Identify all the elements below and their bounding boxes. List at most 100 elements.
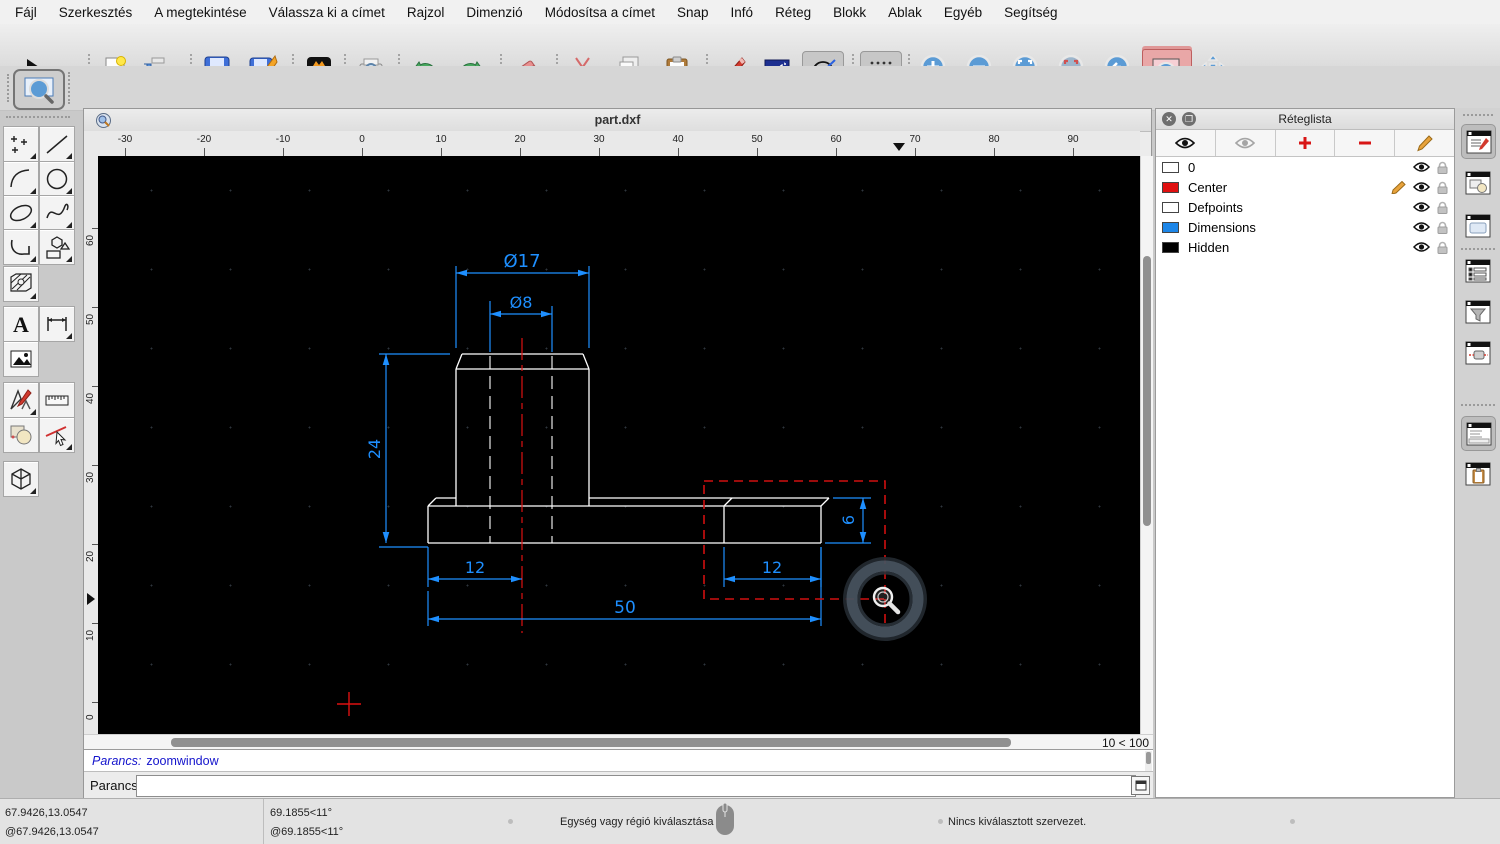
history-command-label: Parancs:: [92, 754, 142, 768]
layer-name: Defpoints: [1188, 199, 1243, 215]
command-input[interactable]: [136, 775, 1136, 797]
image-tool-button[interactable]: [3, 341, 39, 377]
menu-rajzol[interactable]: Rajzol: [396, 5, 456, 20]
layer-name: 0: [1188, 159, 1196, 175]
layer-lock-icon[interactable]: [1437, 161, 1448, 174]
layer-row-center[interactable]: Center: [1156, 177, 1454, 197]
menu-egy-b[interactable]: Egyéb: [933, 5, 993, 20]
history-scrollbar[interactable]: [1145, 751, 1152, 771]
command-prompt-label: Parancs:: [90, 778, 142, 793]
history-scrollbar-thumb[interactable]: [1146, 752, 1151, 764]
dim-24: 24: [365, 439, 384, 459]
plus-icon: [1298, 137, 1311, 149]
polygon-tool-button[interactable]: [39, 229, 75, 265]
spline-tool-button[interactable]: [39, 195, 75, 231]
absolute-coordinates: 67.9426,13.0547: [5, 807, 88, 819]
block-list-dock-button[interactable]: [1463, 168, 1493, 198]
block-tools-button[interactable]: [3, 417, 39, 453]
selection-status: Nincs kiválasztott szervezet.: [948, 816, 1087, 828]
vertical-scrollbar[interactable]: [1140, 156, 1153, 734]
hatch-icon: [10, 273, 32, 292]
polyline-tool-button[interactable]: [3, 229, 39, 265]
layer-lock-icon[interactable]: [1437, 241, 1448, 254]
pen-settings-dock-button[interactable]: [1463, 338, 1493, 368]
menu-inf-[interactable]: Infó: [720, 5, 765, 20]
main-toolbar: SVG: [0, 24, 1500, 92]
layer-panel-toolbar: [1156, 130, 1454, 157]
hide-all-layers-button[interactable]: [1216, 130, 1276, 156]
selection-filter-dock-button[interactable]: [1463, 297, 1493, 327]
layer-visible-icon[interactable]: [1413, 201, 1430, 213]
menu-dimenzi-[interactable]: Dimenzió: [455, 5, 533, 20]
circle-tool-button[interactable]: [39, 161, 75, 197]
layer-row-defpoints[interactable]: Defpoints: [1156, 197, 1454, 217]
layer-row-dimensions[interactable]: Dimensions: [1156, 217, 1454, 237]
palette-handle[interactable]: [6, 116, 70, 121]
zoom-window-option-button[interactable]: [13, 69, 65, 110]
document-titlebar[interactable]: part.dxf: [84, 109, 1151, 132]
text-tool-button[interactable]: A: [3, 306, 39, 342]
h-ruler-label: 90: [1067, 134, 1079, 145]
layer-color-swatch: [1162, 241, 1179, 253]
menu-m-dos-tsa-a-c-met[interactable]: Módosítsa a címet: [534, 5, 666, 20]
measure-tool-button[interactable]: [39, 382, 75, 418]
hatch-tool-button[interactable]: [3, 266, 39, 302]
layer-lock-icon[interactable]: [1437, 201, 1448, 214]
layer-visible-icon[interactable]: [1413, 241, 1430, 253]
command-options-button[interactable]: [1131, 776, 1150, 795]
clipboard-window-icon: [1465, 462, 1491, 486]
layer-list-dock-button[interactable]: [1461, 124, 1496, 159]
v-ruler-label: 20: [85, 550, 96, 562]
modify-tools-button[interactable]: [3, 382, 39, 418]
text-icon: A: [13, 312, 29, 337]
menu-f-jl[interactable]: Fájl: [4, 5, 48, 20]
add-layer-button[interactable]: [1276, 130, 1336, 156]
menu-r-teg[interactable]: Réteg: [764, 5, 822, 20]
menu-v-lassza-ki-a-c-met[interactable]: Válassza ki a címet: [258, 5, 396, 20]
ellipse-tool-button[interactable]: [3, 195, 39, 231]
h-ruler-tick: [520, 148, 521, 156]
layer-visible-icon[interactable]: [1413, 161, 1430, 173]
library-browser-dock-button[interactable]: [1463, 211, 1493, 241]
entity-list-dock-button[interactable]: [1463, 256, 1493, 286]
selection-tools-button[interactable]: [39, 417, 75, 453]
h-ruler-label: 60: [830, 134, 842, 145]
layer-panel-titlebar[interactable]: ✕ ❐ Réteglista: [1156, 109, 1454, 130]
layer-lock-icon[interactable]: [1437, 221, 1448, 234]
dimension-icon: [47, 317, 67, 331]
dock-handle[interactable]: [1463, 114, 1493, 119]
menu-snap[interactable]: Snap: [666, 5, 720, 20]
dimension-tool-button[interactable]: [39, 306, 75, 342]
dimension-labels: Ø17 Ø8 24 12 50 12 6: [365, 251, 858, 618]
solid-tools-button[interactable]: [3, 461, 39, 497]
line-tool-button[interactable]: [39, 126, 75, 162]
menu-szerkeszt-s[interactable]: Szerkesztés: [48, 5, 144, 20]
toolbar-handle[interactable]: [7, 74, 12, 102]
clipboard-dock-button[interactable]: [1463, 459, 1493, 489]
pencil-icon: [1417, 134, 1433, 151]
menu-a-megtekint-se[interactable]: A megtekintése: [143, 5, 257, 20]
menu-seg-ts-g[interactable]: Segítség: [993, 5, 1068, 20]
layer-visible-icon[interactable]: [1413, 181, 1430, 193]
layer-row-0[interactable]: 0: [1156, 157, 1454, 177]
command-line-dock-button[interactable]: [1461, 416, 1496, 451]
h-ruler-label: 50: [751, 134, 763, 145]
menu-blokk[interactable]: Blokk: [822, 5, 877, 20]
layer-row-hidden[interactable]: Hidden: [1156, 237, 1454, 257]
cursor-position-marker-h: [893, 143, 905, 151]
show-all-layers-button[interactable]: [1156, 130, 1216, 156]
drawing-canvas[interactable]: Ø17 Ø8 24 12 50 12 6: [98, 156, 1140, 734]
layer-visible-icon[interactable]: [1413, 221, 1430, 233]
points-tool-button[interactable]: [3, 126, 39, 162]
menu-ablak[interactable]: Ablak: [877, 5, 933, 20]
edit-layer-button[interactable]: [1395, 130, 1454, 156]
remove-layer-button[interactable]: [1335, 130, 1396, 156]
layer-lock-icon[interactable]: [1437, 181, 1448, 194]
layer-color-swatch: [1162, 181, 1179, 193]
horizontal-scrollbar-thumb[interactable]: [171, 738, 1011, 747]
arc-tool-button[interactable]: [3, 161, 39, 197]
vertical-scrollbar-thumb[interactable]: [1143, 256, 1151, 526]
horizontal-scrollbar[interactable]: 10 < 100: [84, 734, 1153, 750]
relative-coordinates: @67.9426,13.0547: [5, 826, 99, 838]
ellipse-icon: [9, 204, 33, 222]
